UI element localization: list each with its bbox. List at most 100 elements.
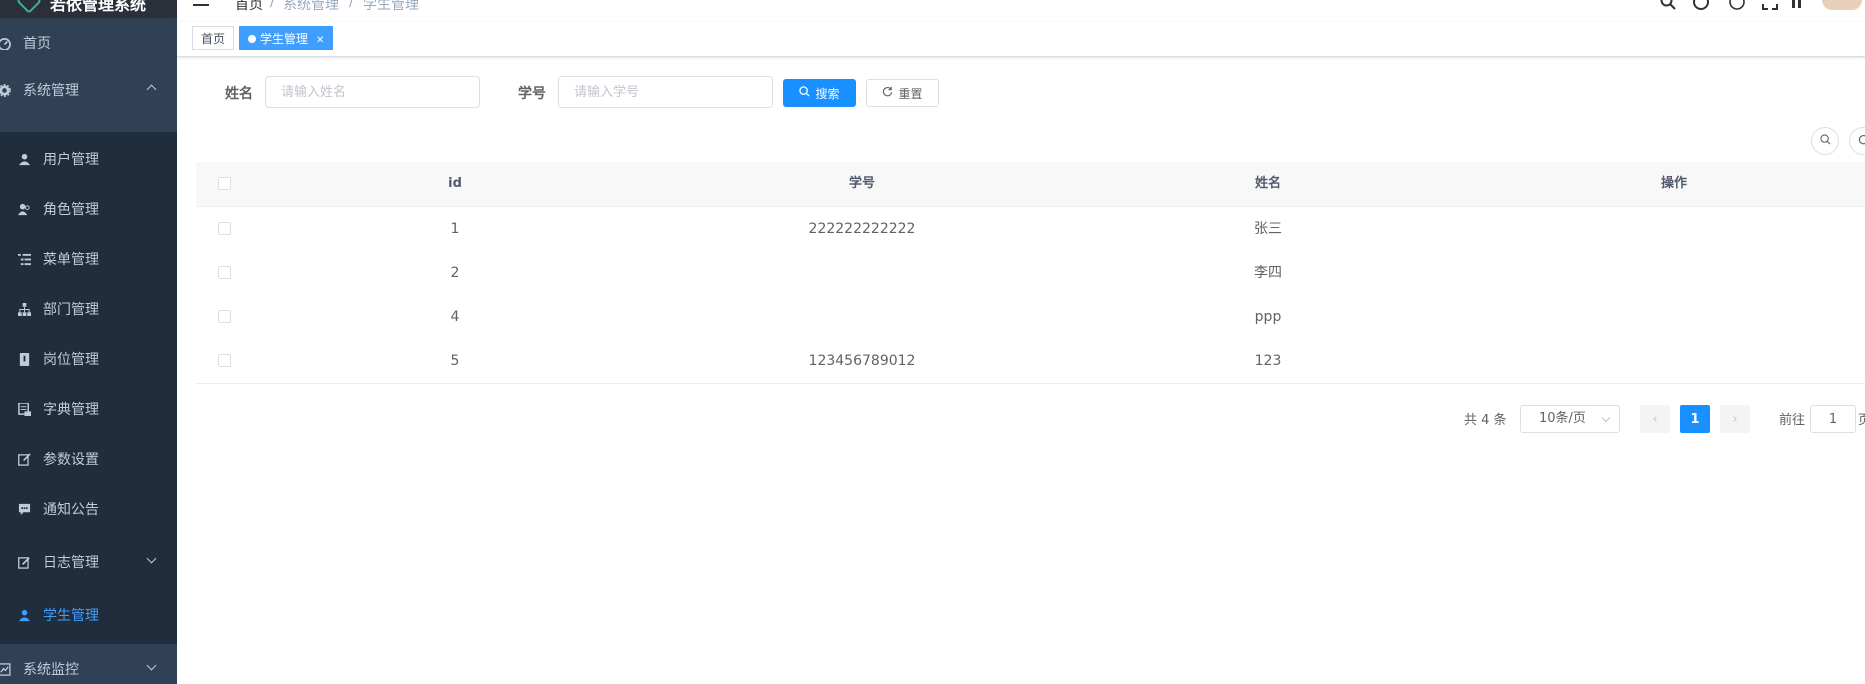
tags-view: 首页 学生管理 ✕ [177, 22, 1865, 57]
row-checkbox[interactable] [218, 266, 231, 279]
edit-icon [17, 452, 31, 466]
sidebar-item-label: 岗位管理 [43, 352, 99, 368]
sidebar-item-config[interactable]: 参数设置 [0, 434, 177, 484]
cell-student-no: 222222222222 [808, 221, 916, 237]
breadcrumb-current: 学生管理 [363, 0, 419, 13]
search-icon[interactable] [1660, 0, 1676, 10]
active-dot-icon [248, 34, 256, 43]
chevron-down-icon [146, 553, 157, 564]
tag-label: 学生管理 [260, 32, 309, 46]
table-header: id 学号 姓名 操作 [196, 162, 1865, 207]
sidebar-item-logs[interactable]: 日志管理 [0, 537, 177, 587]
sidebar-item-label: 通知公告 [43, 502, 99, 518]
size-icon[interactable] [1791, 0, 1805, 8]
sidebar-item-depts[interactable]: 部门管理 [0, 284, 177, 334]
sidebar-item-roles[interactable]: 角色管理 [0, 184, 177, 234]
chevron-down-icon [146, 660, 157, 671]
page-size-select[interactable]: 10条/页 [1520, 405, 1620, 433]
prev-page-button[interactable]: ‹ [1640, 405, 1670, 433]
sidebar-item-label: 部门管理 [43, 302, 99, 318]
row-checkbox[interactable] [218, 354, 231, 367]
sidebar-item-label: 首页 [23, 36, 51, 52]
hamburger-icon[interactable] [193, 0, 209, 6]
row-checkbox[interactable] [218, 310, 231, 323]
logo-icon [16, 0, 42, 14]
cell-name: ppp [1254, 309, 1282, 325]
name-input[interactable] [265, 76, 480, 108]
pagination-total: 共 4 条 [1464, 413, 1507, 428]
sidebar-item-label: 字典管理 [43, 402, 99, 418]
peoples-icon [17, 202, 31, 216]
cell-id: 2 [450, 265, 460, 281]
question-icon[interactable] [1729, 0, 1745, 10]
student-no-label: 学号 [518, 86, 546, 102]
sidebar-item-menus[interactable]: 菜单管理 [0, 234, 177, 284]
dict-icon [17, 402, 31, 416]
sidebar-item-dicts[interactable]: 字典管理 [0, 384, 177, 434]
tag-students[interactable]: 学生管理 ✕ [239, 26, 334, 50]
tag-label: 首页 [201, 32, 226, 46]
toggle-search-button[interactable] [1811, 127, 1839, 155]
app-title: 若依管理系统 [50, 0, 147, 14]
sidebar-item-label: 系统监控 [23, 662, 79, 678]
message-icon [17, 502, 31, 516]
page-number-button[interactable]: 1 [1680, 405, 1710, 433]
sidebar-item-label: 菜单管理 [43, 252, 99, 268]
chevron-down-icon [1601, 413, 1611, 423]
chevron-right-icon: › [1732, 411, 1738, 427]
user-icon [17, 152, 31, 166]
sidebar-item-posts[interactable]: 岗位管理 [0, 334, 177, 384]
sidebar-item-monitor[interactable]: 系统监控 [0, 644, 177, 684]
sidebar-item-label: 日志管理 [43, 555, 99, 571]
search-button-label: 搜索 [815, 86, 840, 101]
cell-name: 123 [1254, 353, 1282, 369]
jump-label: 前往 [1779, 413, 1806, 428]
sidebar: 若依管理系统 首页 系统管理 用户管理 角色管理 菜单管理 部门管理 岗位管理 … [0, 0, 177, 684]
sidebar-item-system[interactable]: 系统管理 [0, 65, 177, 115]
column-header-name: 姓名 [1254, 176, 1282, 191]
cell-id: 4 [450, 309, 460, 325]
tag-home[interactable]: 首页 [192, 26, 235, 50]
sidebar-item-label: 用户管理 [43, 152, 99, 168]
breadcrumb-system[interactable]: 系统管理 [283, 0, 339, 14]
github-icon[interactable] [1693, 0, 1709, 10]
sidebar-item-notices[interactable]: 通知公告 [0, 484, 177, 534]
student-no-input[interactable] [558, 76, 773, 108]
jump-page-input[interactable] [1810, 405, 1856, 433]
next-page-button[interactable]: › [1720, 405, 1750, 433]
reset-button-label: 重置 [898, 86, 923, 101]
breadcrumb-separator: / [349, 0, 354, 10]
refresh-icon [882, 86, 893, 100]
monitor-icon [0, 662, 11, 676]
cell-name: 张三 [1254, 221, 1282, 237]
name-label: 姓名 [225, 86, 253, 102]
refresh-table-button[interactable] [1849, 127, 1865, 155]
navbar: 首页 / 系统管理 / 学生管理 [177, 0, 1865, 22]
chevron-up-icon [146, 84, 157, 95]
avatar[interactable] [1822, 0, 1862, 10]
refresh-icon [1858, 134, 1865, 148]
column-header-actions: 操作 [1660, 176, 1688, 191]
sidebar-item-label: 角色管理 [43, 202, 99, 218]
chevron-left-icon: ‹ [1652, 411, 1658, 427]
search-icon [799, 86, 811, 100]
sidebar-item-label: 系统管理 [23, 83, 79, 99]
sidebar-item-students[interactable]: 学生管理 [0, 590, 177, 640]
breadcrumb-home[interactable]: 首页 [235, 0, 263, 14]
sidebar-item-home[interactable]: 首页 [0, 18, 177, 68]
table-row: 2 李四 [196, 251, 1865, 296]
sidebar-item-users[interactable]: 用户管理 [0, 134, 177, 184]
user-icon [17, 608, 31, 622]
close-icon[interactable]: ✕ [316, 35, 324, 46]
table-row: 1 222222222222 张三 [196, 207, 1865, 252]
row-checkbox[interactable] [218, 222, 231, 235]
breadcrumb-separator: / [270, 0, 275, 10]
gear-icon [0, 83, 11, 97]
tree-table-icon [17, 252, 31, 266]
reset-button[interactable]: 重置 [866, 79, 939, 107]
select-all-checkbox[interactable] [218, 177, 231, 190]
cell-student-no: 123456789012 [808, 353, 916, 369]
cell-id: 5 [450, 353, 460, 369]
search-button[interactable]: 搜索 [783, 79, 856, 107]
fullscreen-icon[interactable] [1762, 0, 1778, 10]
